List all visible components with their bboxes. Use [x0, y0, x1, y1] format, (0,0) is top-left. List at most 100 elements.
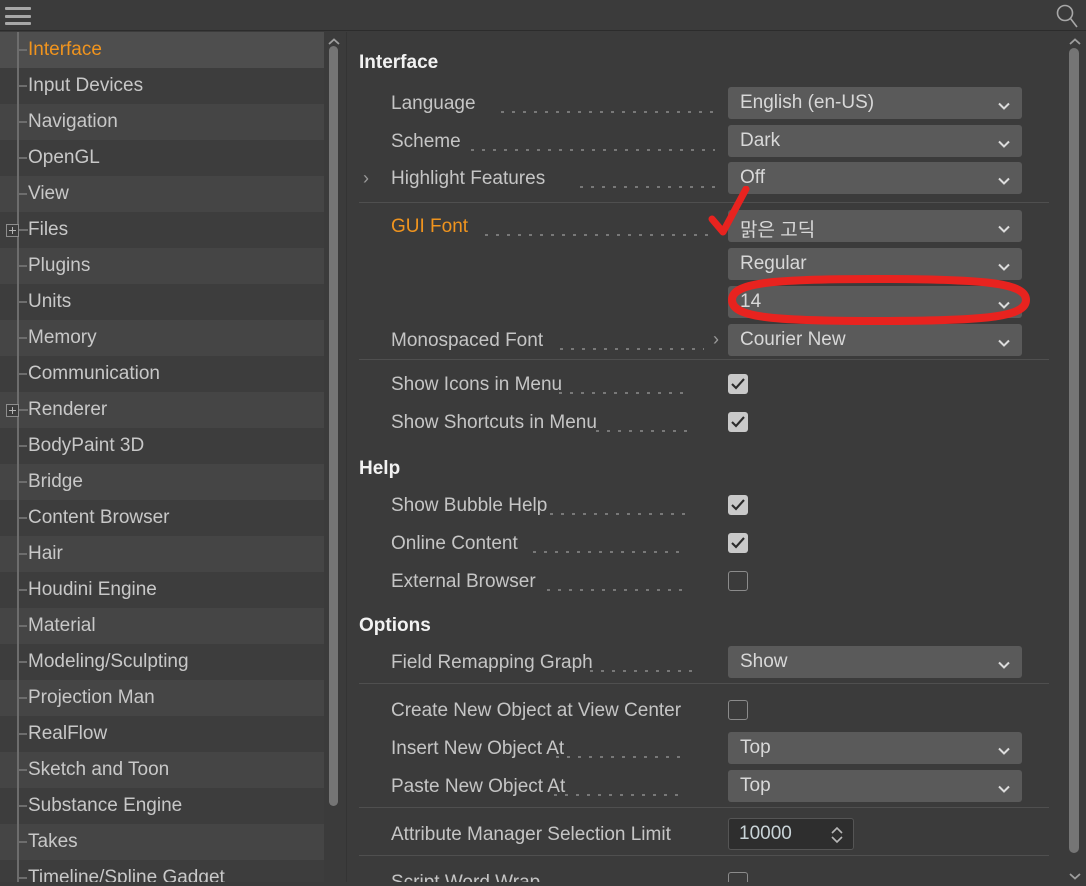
dropdown-field-remapping-graph-value: Show: [740, 651, 788, 672]
scroll-up-icon[interactable]: [327, 34, 341, 45]
dropdown-language[interactable]: English (en-US): [728, 87, 1022, 119]
label-language: Language: [391, 93, 476, 114]
dropdown-highlight-features-value: Off: [740, 167, 765, 188]
dropdown-gui-font-family[interactable]: 맑은 고딕: [728, 210, 1022, 242]
sidebar-item-label: Material: [28, 615, 96, 636]
expand-plus-icon[interactable]: [6, 404, 19, 417]
sidebar-item-modeling-sculpting[interactable]: Modeling/Sculpting: [0, 644, 324, 680]
dot-leader: [559, 392, 687, 394]
tree-branch-line: [18, 301, 27, 303]
sidebar-item-timeline-spline-gadget[interactable]: Timeline/Spline Gadget: [0, 860, 324, 882]
sidebar-item-projection-man[interactable]: Projection Man: [0, 680, 324, 716]
tree-branch-line: [18, 877, 27, 879]
sidebar-item-content-browser[interactable]: Content Browser: [0, 500, 324, 536]
dropdown-field-remapping-graph[interactable]: Show: [728, 646, 1022, 678]
dropdown-gui-font-family-value: 맑은 고딕: [740, 220, 816, 241]
divider: [359, 855, 1049, 856]
sidebar-item-units[interactable]: Units: [0, 284, 324, 320]
stepper-icon[interactable]: [830, 826, 844, 844]
checkbox-external-browser[interactable]: [728, 571, 748, 591]
checkbox-script-word-wrap[interactable]: [728, 872, 748, 882]
tree-branch-line: [18, 769, 27, 771]
tree-branch-line: [18, 193, 27, 195]
settings-content-panel: Interface Language English (en-US) Schem…: [346, 32, 1062, 882]
row-online-content: Online Content: [347, 524, 1062, 562]
dropdown-gui-font-size[interactable]: 14: [728, 286, 1022, 318]
tree-branch-line: [18, 625, 27, 627]
sidebar-item-houdini-engine[interactable]: Houdini Engine: [0, 572, 324, 608]
expand-chevron-icon[interactable]: ›: [363, 168, 369, 189]
checkbox-show-icons-in-menu[interactable]: [728, 374, 748, 394]
sidebar-item-label: Hair: [28, 543, 63, 564]
sidebar-item-plugins[interactable]: Plugins: [0, 248, 324, 284]
sidebar-scrollbar-thumb[interactable]: [329, 46, 338, 806]
row-scheme: Scheme Dark: [347, 122, 1062, 160]
check-icon: [730, 497, 746, 513]
chevron-down-icon: [996, 333, 1012, 347]
checkbox-show-shortcuts-in-menu[interactable]: [728, 412, 748, 432]
hamburger-menu-icon[interactable]: [5, 7, 31, 25]
checkbox-show-bubble-help[interactable]: [728, 495, 748, 515]
sidebar-item-label: Substance Engine: [28, 795, 183, 816]
row-insert-new-object-at: Insert New Object At Top: [347, 729, 1062, 767]
dot-leader: [590, 670, 698, 672]
label-script-word-wrap: Script Word Wrap: [391, 872, 540, 882]
row-show-bubble-help: Show Bubble Help: [347, 486, 1062, 524]
sidebar-item-files[interactable]: Files: [0, 212, 324, 248]
chevron-down-icon: [996, 779, 1012, 793]
expand-chevron-icon[interactable]: ›: [713, 329, 719, 350]
settings-category-tree[interactable]: Interface Input Devices Navigation OpenGL Vi…: [0, 32, 324, 882]
sidebar-item-takes[interactable]: Takes: [0, 824, 324, 860]
tree-branch-line: [18, 733, 27, 735]
content-scrollbar-thumb[interactable]: [1069, 48, 1079, 853]
sidebar-item-substance-engine[interactable]: Substance Engine: [0, 788, 324, 824]
dropdown-insert-new-object-at-value: Top: [740, 737, 771, 758]
row-create-new-object-at-view-center: Create New Object at View Center: [347, 691, 1062, 729]
checkbox-online-content[interactable]: [728, 533, 748, 553]
sidebar-item-bodypaint-3d[interactable]: BodyPaint 3D: [0, 428, 324, 464]
dropdown-paste-new-object-at[interactable]: Top: [728, 770, 1022, 802]
sidebar-item-memory[interactable]: Memory: [0, 320, 324, 356]
dropdown-monospaced-font[interactable]: Courier New: [728, 324, 1022, 356]
sidebar-item-communication[interactable]: Communication: [0, 356, 324, 392]
row-paste-new-object-at: Paste New Object At Top: [347, 767, 1062, 805]
dropdown-insert-new-object-at[interactable]: Top: [728, 732, 1022, 764]
row-monospaced-font: Monospaced Font › Courier New: [347, 321, 1062, 359]
number-input-attribute-manager-selection-limit[interactable]: 10000: [728, 818, 854, 850]
sidebar-item-renderer[interactable]: Renderer: [0, 392, 324, 428]
sidebar-item-label: Bridge: [28, 471, 83, 492]
content-scrollbar[interactable]: [1063, 32, 1086, 882]
dot-leader: [596, 430, 688, 432]
sidebar-item-realflow[interactable]: RealFlow: [0, 716, 324, 752]
sidebar-item-material[interactable]: Material: [0, 608, 324, 644]
sidebar-item-input-devices[interactable]: Input Devices: [0, 68, 324, 104]
dot-leader: [554, 794, 686, 796]
tree-branch-line: [19, 229, 28, 231]
sidebar-item-bridge[interactable]: Bridge: [0, 464, 324, 500]
checkbox-create-new-object-at-view-center[interactable]: [728, 700, 748, 720]
row-script-word-wrap: Script Word Wrap: [347, 863, 1062, 882]
sidebar-item-navigation[interactable]: Navigation: [0, 104, 324, 140]
tree-branch-line: [18, 805, 27, 807]
dropdown-gui-font-style[interactable]: Regular: [728, 248, 1022, 280]
tree-trunk-line: [17, 32, 19, 882]
search-icon[interactable]: [1052, 2, 1080, 30]
sidebar-scrollbar[interactable]: [324, 32, 344, 882]
sidebar-item-label: Interface: [28, 39, 102, 60]
label-highlight-features: Highlight Features: [391, 168, 546, 189]
dropdown-highlight-features[interactable]: Off: [728, 162, 1022, 194]
dropdown-gui-font-size-value: 14: [740, 291, 762, 312]
expand-plus-icon[interactable]: [6, 224, 19, 237]
scroll-up-icon[interactable]: [1068, 34, 1082, 45]
sidebar-item-sketch-and-toon[interactable]: Sketch and Toon: [0, 752, 324, 788]
sidebar-item-view[interactable]: View: [0, 176, 324, 212]
sidebar-item-label: RealFlow: [28, 723, 108, 744]
sidebar-item-interface[interactable]: Interface: [0, 32, 324, 68]
sidebar-item-hair[interactable]: Hair: [0, 536, 324, 572]
row-show-icons-in-menu: Show Icons in Menu: [347, 365, 1062, 403]
dropdown-scheme[interactable]: Dark: [728, 125, 1022, 157]
scroll-down-icon[interactable]: [1068, 868, 1082, 880]
sidebar-item-opengl[interactable]: OpenGL: [0, 140, 324, 176]
tree-branch-line: [18, 157, 27, 159]
tree-branch-line: [19, 409, 28, 411]
